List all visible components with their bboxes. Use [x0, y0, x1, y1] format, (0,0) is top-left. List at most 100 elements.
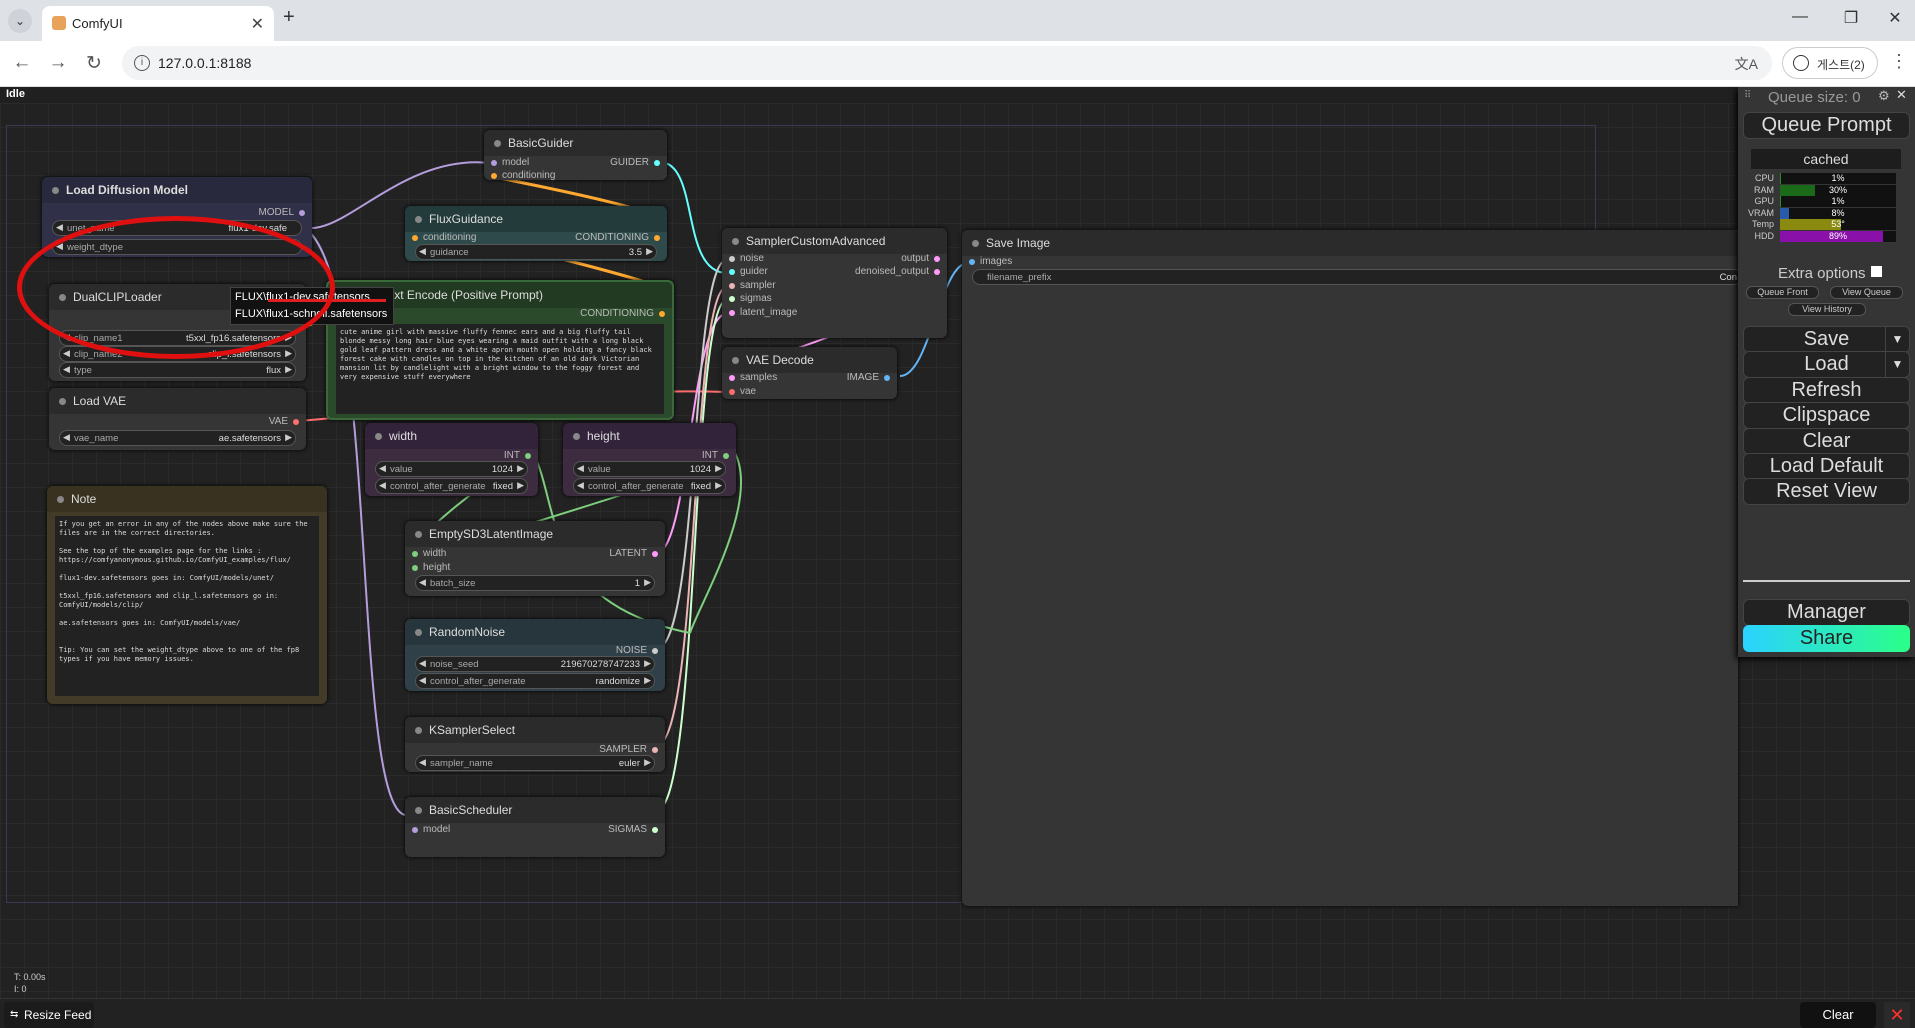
noise-seed-widget[interactable]: ◀ noise_seed 219670278747233 ▶	[415, 656, 655, 672]
tab-close-icon[interactable]: ✕	[251, 14, 264, 34]
left-arrow-icon[interactable]: ◀	[419, 658, 426, 669]
left-arrow-icon[interactable]: ◀	[379, 480, 386, 491]
input-images[interactable]: images	[968, 256, 1012, 267]
left-arrow-icon[interactable]: ◀	[56, 222, 63, 233]
node-title-bar[interactable]: KSamplerSelect	[405, 717, 665, 743]
input-vae[interactable]: vae	[728, 386, 756, 397]
flux-guidance-node[interactable]: FluxGuidance conditioning CONDITIONING ◀…	[405, 206, 667, 261]
collapse-dot[interactable]	[57, 496, 64, 503]
node-title-bar[interactable]: BasicGuider	[484, 130, 667, 156]
node-title-bar[interactable]: RandomNoise	[405, 619, 665, 645]
input-sigmas[interactable]: sigmas	[729, 293, 772, 304]
right-arrow-icon[interactable]: ▶	[644, 675, 651, 686]
node-title-bar[interactable]: FluxGuidance	[405, 206, 667, 232]
extra-options-checkbox[interactable]	[1870, 266, 1882, 277]
feed-close-icon[interactable]: ✕	[1884, 1002, 1910, 1028]
node-title-bar[interactable]: height	[563, 423, 736, 449]
type-widget[interactable]: ◀ type flux ▶	[59, 362, 296, 378]
collapse-dot[interactable]	[415, 531, 422, 538]
input-width[interactable]: width	[411, 548, 446, 559]
node-title-bar[interactable]: width	[365, 423, 538, 449]
left-arrow-icon[interactable]: ◀	[63, 364, 70, 375]
prompt-text[interactable]: cute anime girl with massive fluffy fenn…	[336, 324, 664, 414]
drag-handle-icon[interactable]: ⠿	[1744, 90, 1751, 101]
collapse-dot[interactable]	[415, 727, 422, 734]
back-button[interactable]: ←	[10, 52, 34, 74]
forward-button[interactable]: →	[46, 52, 70, 74]
left-arrow-icon[interactable]: ◀	[419, 675, 426, 686]
load-vae-node[interactable]: Load VAE VAE ◀ vae_name ae.safetensors ▶	[49, 388, 306, 450]
save-dropdown-arrow-icon[interactable]: ▼	[1885, 327, 1909, 352]
refresh-button[interactable]: Refresh	[1743, 377, 1910, 404]
node-title-bar[interactable]: Note	[47, 486, 327, 512]
right-arrow-icon[interactable]: ▶	[715, 463, 722, 474]
right-arrow-icon[interactable]: ▶	[285, 364, 292, 375]
left-arrow-icon[interactable]: ◀	[63, 432, 70, 443]
reset-view-button[interactable]: Reset View	[1743, 478, 1910, 505]
load-button[interactable]: Load ▼	[1743, 351, 1910, 378]
right-arrow-icon[interactable]: ▶	[517, 480, 524, 491]
load-dropdown-arrow-icon[interactable]: ▼	[1885, 352, 1909, 377]
collapse-dot[interactable]	[972, 240, 979, 247]
collapse-dot[interactable]	[375, 433, 382, 440]
new-tab-button[interactable]: +	[283, 6, 295, 29]
collapse-dot[interactable]	[415, 629, 422, 636]
output-vae[interactable]: VAE	[269, 416, 300, 427]
collapse-dot[interactable]	[415, 216, 422, 223]
right-arrow-icon[interactable]: ▶	[644, 757, 651, 768]
right-arrow-icon[interactable]: ▶	[715, 480, 722, 491]
input-sampler[interactable]: sampler	[729, 280, 776, 291]
width-node[interactable]: width INT ◀ value 1024 ▶ ◀ control_after…	[365, 423, 538, 496]
collapse-dot[interactable]	[573, 433, 580, 440]
note-node[interactable]: Note If you get an error in any of the n…	[47, 486, 327, 704]
left-arrow-icon[interactable]: ◀	[577, 463, 584, 474]
node-title-bar[interactable]: Load Diffusion Model	[42, 177, 312, 203]
left-arrow-icon[interactable]: ◀	[379, 463, 386, 474]
node-title-bar[interactable]: Load VAE	[49, 388, 306, 414]
collapse-dot[interactable]	[52, 187, 59, 194]
vae-name-widget[interactable]: ◀ vae_name ae.safetensors ▶	[59, 430, 296, 446]
output-denoised[interactable]: denoised_output	[855, 266, 940, 277]
output-noise[interactable]: NOISE	[616, 645, 659, 656]
basic-scheduler-node[interactable]: BasicScheduler model SIGMAS	[405, 797, 665, 857]
clear-button[interactable]: Clear	[1743, 428, 1910, 455]
input-model[interactable]: model	[490, 157, 529, 168]
input-model[interactable]: model	[411, 824, 450, 835]
node-title-bar[interactable]: SamplerCustomAdvanced	[722, 228, 947, 254]
input-conditioning[interactable]: conditioning	[490, 170, 555, 181]
node-title-bar[interactable]: Save Image	[962, 230, 1738, 256]
right-arrow-icon[interactable]: ▶	[517, 463, 524, 474]
clipspace-button[interactable]: Clipspace	[1743, 402, 1910, 429]
input-latent-image[interactable]: latent_image	[728, 307, 797, 318]
address-bar[interactable]: i 127.0.0.1:8188 文A	[122, 46, 1772, 80]
queue-front-button[interactable]: Queue Front	[1746, 286, 1819, 299]
extra-options-toggle[interactable]: Extra options	[1778, 265, 1882, 282]
value-widget[interactable]: ◀ value 1024 ▶	[375, 461, 528, 477]
output-conditioning[interactable]: CONDITIONING	[575, 232, 660, 243]
random-noise-node[interactable]: RandomNoise NOISE ◀ noise_seed 219670278…	[405, 619, 665, 691]
translate-icon[interactable]: 文A	[1735, 54, 1758, 74]
input-guider[interactable]: guider	[729, 266, 768, 277]
output-int[interactable]: INT	[504, 450, 532, 461]
restore-button[interactable]: ❐	[1836, 8, 1866, 28]
gear-icon[interactable]: ⚙	[1878, 88, 1890, 104]
note-text[interactable]: If you get an error in any of the nodes …	[55, 516, 319, 696]
output-image[interactable]: IMAGE	[847, 372, 891, 383]
save-image-node[interactable]: Save Image images filename_prefix Con	[962, 230, 1742, 906]
collapse-dot[interactable]	[494, 140, 501, 147]
collapse-dot[interactable]	[732, 357, 739, 364]
left-arrow-icon[interactable]: ◀	[63, 348, 70, 359]
load-default-button[interactable]: Load Default	[1743, 453, 1910, 480]
output-output[interactable]: output	[901, 253, 940, 264]
minimize-button[interactable]: —	[1785, 8, 1815, 26]
feed-clear-button[interactable]: Clear	[1800, 1002, 1876, 1028]
resize-feed-button[interactable]: ⇆ Resize Feed	[4, 1002, 94, 1028]
browser-tab[interactable]: ComfyUI ✕	[42, 6, 274, 41]
url-text[interactable]: 127.0.0.1:8188	[158, 55, 251, 71]
sampler-custom-advanced-node[interactable]: SamplerCustomAdvanced noise guider sampl…	[722, 228, 947, 338]
collapse-dot[interactable]	[59, 398, 66, 405]
control-after-generate-widget[interactable]: ◀ control_after_generate fixed ▶	[573, 478, 726, 494]
filename-prefix-widget[interactable]: filename_prefix Con	[972, 269, 1742, 285]
input-noise[interactable]: noise	[729, 253, 764, 264]
view-history-button[interactable]: View History	[1788, 303, 1866, 316]
